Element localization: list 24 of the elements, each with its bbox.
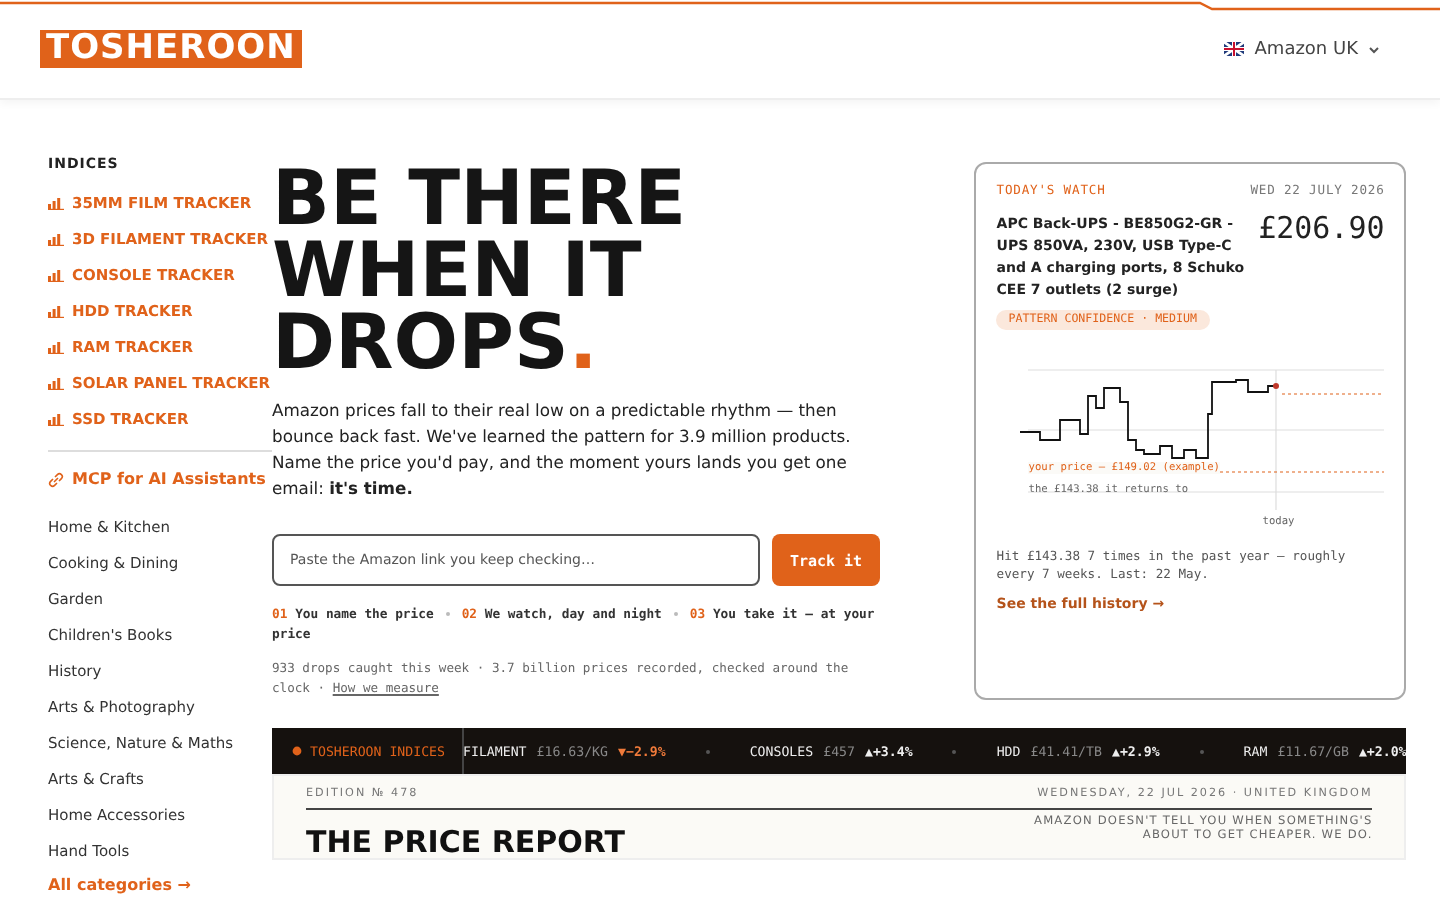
- mcp-link[interactable]: MCP for AI Assistants: [48, 470, 272, 488]
- separator-dot-icon: [445, 612, 450, 617]
- bar-chart-icon: [48, 195, 64, 209]
- bar-chart-icon: [48, 339, 64, 353]
- bar-chart-icon: [48, 375, 64, 389]
- link-icon: [48, 471, 64, 487]
- separator-dot-icon: [952, 749, 957, 753]
- all-categories-link[interactable]: All categories →: [48, 876, 272, 894]
- bar-chart-icon: [48, 411, 64, 425]
- report-title: THE PRICE REPORT: [306, 826, 626, 858]
- hero-heading: BE THERE WHEN IT DROPS.: [272, 162, 689, 378]
- separator-dot-icon: [1199, 749, 1204, 753]
- flag-icon: [1224, 42, 1245, 56]
- logo[interactable]: TOSHEROON: [40, 29, 302, 69]
- bar-chart-icon: [48, 231, 64, 245]
- store-selector[interactable]: Amazon UK: [1212, 37, 1392, 61]
- hero-text: Amazon prices fall to their real low on a predictable rhythm — then bounce back fast. We've learned the pattern for 3.9 million products. Name the price you'd pay, and the moment yours lands you get one email: it's time.: [272, 398, 853, 502]
- dot-icon: [292, 746, 302, 756]
- bar-chart-icon: [48, 303, 64, 317]
- product-price: £206.90: [1258, 210, 1385, 246]
- chevron-down-icon: [1368, 45, 1380, 53]
- separator-dot-icon: [673, 612, 678, 617]
- bar-chart-icon: [48, 267, 64, 281]
- separator-dot-icon: [705, 749, 710, 753]
